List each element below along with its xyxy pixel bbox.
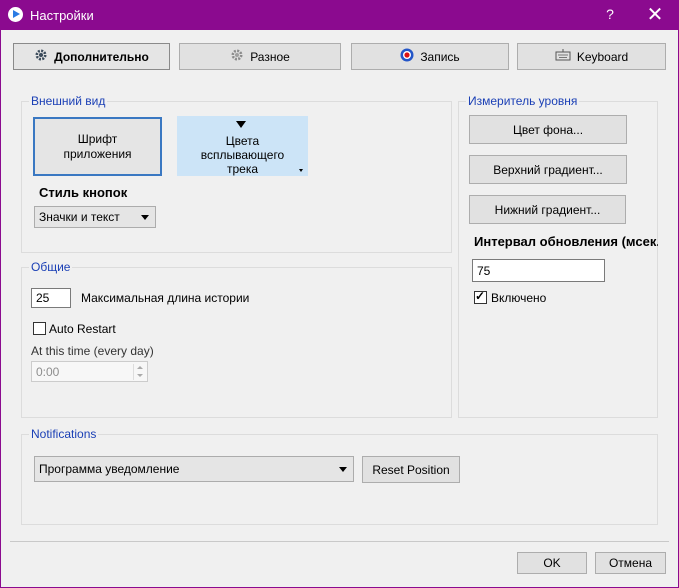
enabled-label: Включено	[491, 291, 547, 305]
keyboard-icon	[555, 49, 571, 64]
auto-restart-checkbox[interactable]	[33, 322, 46, 335]
notifications-group-title: Notifications	[29, 427, 99, 441]
bg-color-button[interactable]: Цвет фона...	[469, 115, 627, 144]
window-title: Настройки	[30, 8, 94, 23]
level-meter-group-title: Измеритель уровня	[466, 94, 580, 108]
triangle-down-icon	[236, 121, 246, 128]
gear-grey-icon	[230, 48, 244, 65]
general-group-title: Общие	[29, 260, 73, 274]
tab-record[interactable]: Запись	[351, 43, 509, 70]
notification-program-select[interactable]: Программа уведомление	[34, 456, 354, 482]
popup-colors-button[interactable]: Цвета всплывающего трека	[177, 116, 308, 176]
dropdown-small-icon	[299, 169, 303, 172]
bottom-gradient-button[interactable]: Нижний градиент...	[469, 195, 626, 224]
title-bar: Настройки ? ✕	[0, 0, 679, 30]
button-style-select[interactable]: Значки и текст	[34, 206, 156, 228]
enabled-checkbox[interactable]	[474, 289, 487, 304]
app-logo-icon	[8, 7, 23, 22]
chevron-down-icon	[141, 215, 149, 220]
time-spinner	[133, 364, 145, 380]
button-style-label: Стиль кнопок	[39, 185, 128, 200]
tab-advanced[interactable]: Дополнительно	[13, 43, 170, 70]
spin-down-icon	[137, 374, 143, 377]
tab-misc[interactable]: Разное	[179, 43, 341, 70]
general-group	[21, 267, 452, 418]
appearance-group-title: Внешний вид	[29, 94, 108, 108]
ok-button[interactable]: OK	[517, 552, 587, 574]
reset-position-button[interactable]: Reset Position	[362, 456, 460, 483]
help-button[interactable]: ?	[598, 6, 622, 26]
close-button[interactable]: ✕	[640, 2, 670, 28]
auto-restart-label: Auto Restart	[49, 322, 116, 336]
history-length-label: Максимальная длина истории	[81, 291, 250, 305]
history-length-input[interactable]: 25	[31, 288, 71, 308]
footer-divider	[10, 541, 669, 542]
record-icon	[400, 48, 414, 65]
gear-icon	[34, 48, 48, 65]
top-gradient-button[interactable]: Верхний градиент...	[469, 155, 627, 184]
refresh-interval-label: Интервал обновления (мсек.)	[474, 234, 658, 249]
spin-up-icon	[137, 366, 143, 369]
app-font-button[interactable]: Шрифт приложения	[33, 117, 162, 176]
time-input: 0:00	[31, 361, 148, 382]
tab-keyboard[interactable]: Keyboard	[517, 43, 666, 70]
cancel-button[interactable]: Отмена	[595, 552, 666, 574]
refresh-interval-input[interactable]: 75	[472, 259, 605, 282]
at-time-label: At this time (every day)	[31, 344, 154, 358]
chevron-down-icon	[339, 467, 347, 472]
